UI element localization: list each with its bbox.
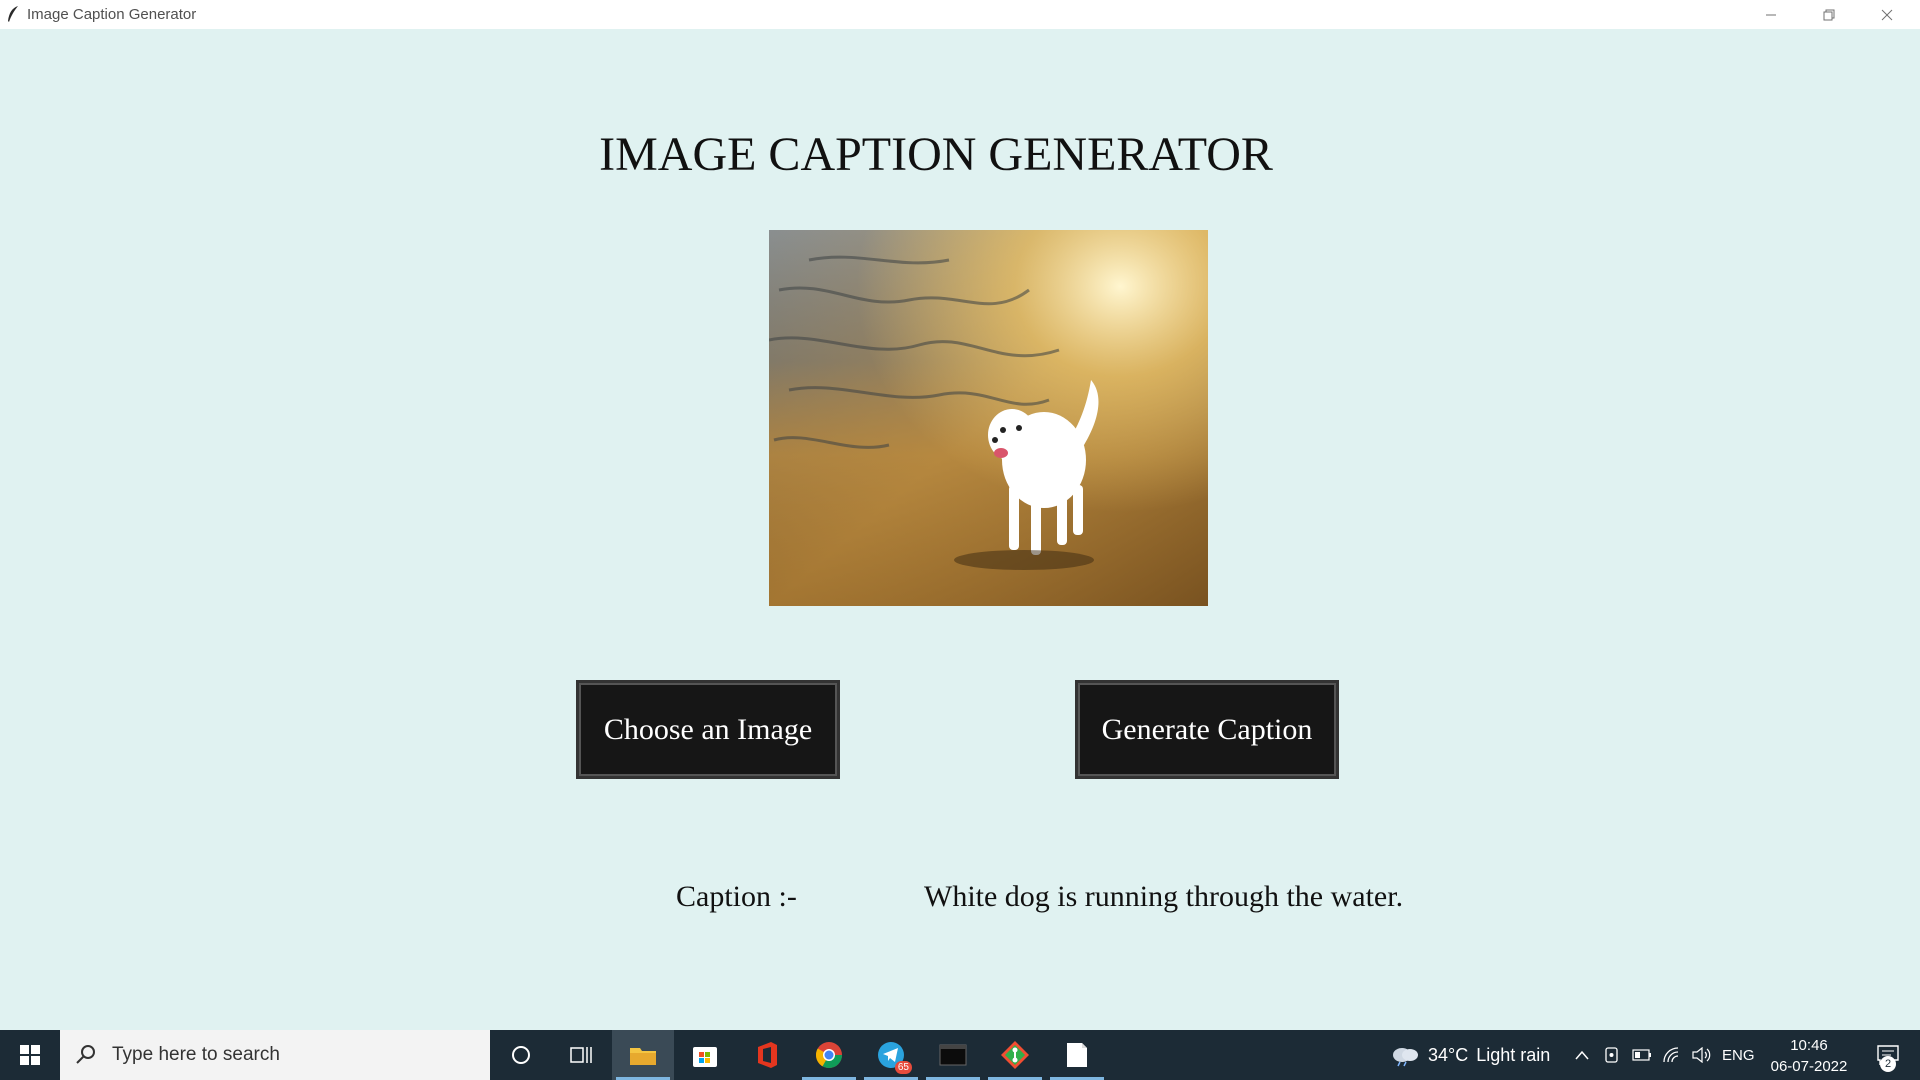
start-button[interactable] [0, 1030, 60, 1080]
taskbar-search[interactable]: Type here to search [60, 1030, 490, 1080]
taskbar-terminal[interactable] [922, 1030, 984, 1080]
meet-now-button[interactable] [1598, 1030, 1626, 1080]
volume-button[interactable] [1688, 1030, 1716, 1080]
battery-button[interactable] [1628, 1030, 1656, 1080]
taskbar-telegram[interactable]: 65 [860, 1030, 922, 1080]
cloud-rain-icon [1393, 1048, 1418, 1067]
show-hidden-icons-button[interactable] [1568, 1030, 1596, 1080]
caption-label: Caption :- [676, 880, 797, 913]
clock-time: 10:46 [1790, 1037, 1828, 1054]
taskbar-store[interactable] [674, 1030, 736, 1080]
taskbar-file-explorer[interactable] [612, 1030, 674, 1080]
choose-image-button[interactable]: Choose an Image [576, 680, 840, 779]
minimize-icon [1766, 14, 1776, 15]
device-icon [1605, 1047, 1618, 1063]
office-icon [758, 1042, 777, 1068]
search-icon [76, 1045, 95, 1064]
taskbar-office[interactable] [736, 1030, 798, 1080]
battery-icon [1632, 1049, 1651, 1061]
taskbar: Type here to search 65 34°C Light rain E… [0, 1030, 1920, 1080]
taskbar-chrome[interactable] [798, 1030, 860, 1080]
generate-caption-button[interactable]: Generate Caption [1075, 680, 1339, 779]
telegram-badge: 65 [894, 1061, 912, 1074]
cortana-button[interactable] [490, 1030, 552, 1080]
file-explorer-icon [630, 1048, 656, 1065]
restore-icon [1823, 9, 1835, 20]
minimize-button[interactable] [1742, 0, 1800, 29]
title-bar: Image Caption Generator [0, 0, 1920, 29]
speaker-icon [1692, 1047, 1711, 1063]
notepad-icon [1067, 1043, 1087, 1067]
clock[interactable]: 10:46 06-07-2022 [1764, 1035, 1854, 1077]
wifi-icon [1663, 1047, 1679, 1063]
task-view-button[interactable] [550, 1030, 612, 1080]
window-title: Image Caption Generator [27, 6, 197, 23]
weather-widget[interactable]: 34°C Light rain [1390, 1030, 1550, 1080]
clock-date: 06-07-2022 [1770, 1058, 1848, 1075]
git-icon [1001, 1041, 1029, 1069]
terminal-icon [939, 1044, 967, 1066]
cortana-icon [512, 1046, 530, 1064]
taskbar-git[interactable] [984, 1030, 1046, 1080]
restore-button[interactable] [1800, 0, 1858, 29]
task-view-icon [570, 1047, 592, 1063]
dog-on-beach-photo [769, 230, 1208, 606]
close-icon [1881, 9, 1893, 20]
notification-count: 2 [1880, 1056, 1896, 1072]
search-placeholder: Type here to search [112, 1044, 280, 1065]
feather-icon [8, 6, 18, 22]
notification-center-button[interactable] [1865, 1030, 1910, 1080]
weather-desc: Light rain [1476, 1044, 1551, 1065]
caption-text: White dog is running through the water. [924, 880, 1404, 913]
chrome-icon [815, 1042, 843, 1069]
taskbar-notepad[interactable] [1046, 1030, 1108, 1080]
close-button[interactable] [1858, 0, 1916, 29]
chevron-up-icon [1575, 1050, 1589, 1060]
weather-temp: 34°C [1428, 1044, 1469, 1065]
windows-icon [20, 1045, 40, 1065]
input-language[interactable]: ENG [1722, 1030, 1755, 1080]
app-heading: IMAGE CAPTION GENERATOR [599, 128, 1273, 181]
network-button[interactable] [1658, 1030, 1686, 1080]
store-icon [693, 1047, 717, 1067]
